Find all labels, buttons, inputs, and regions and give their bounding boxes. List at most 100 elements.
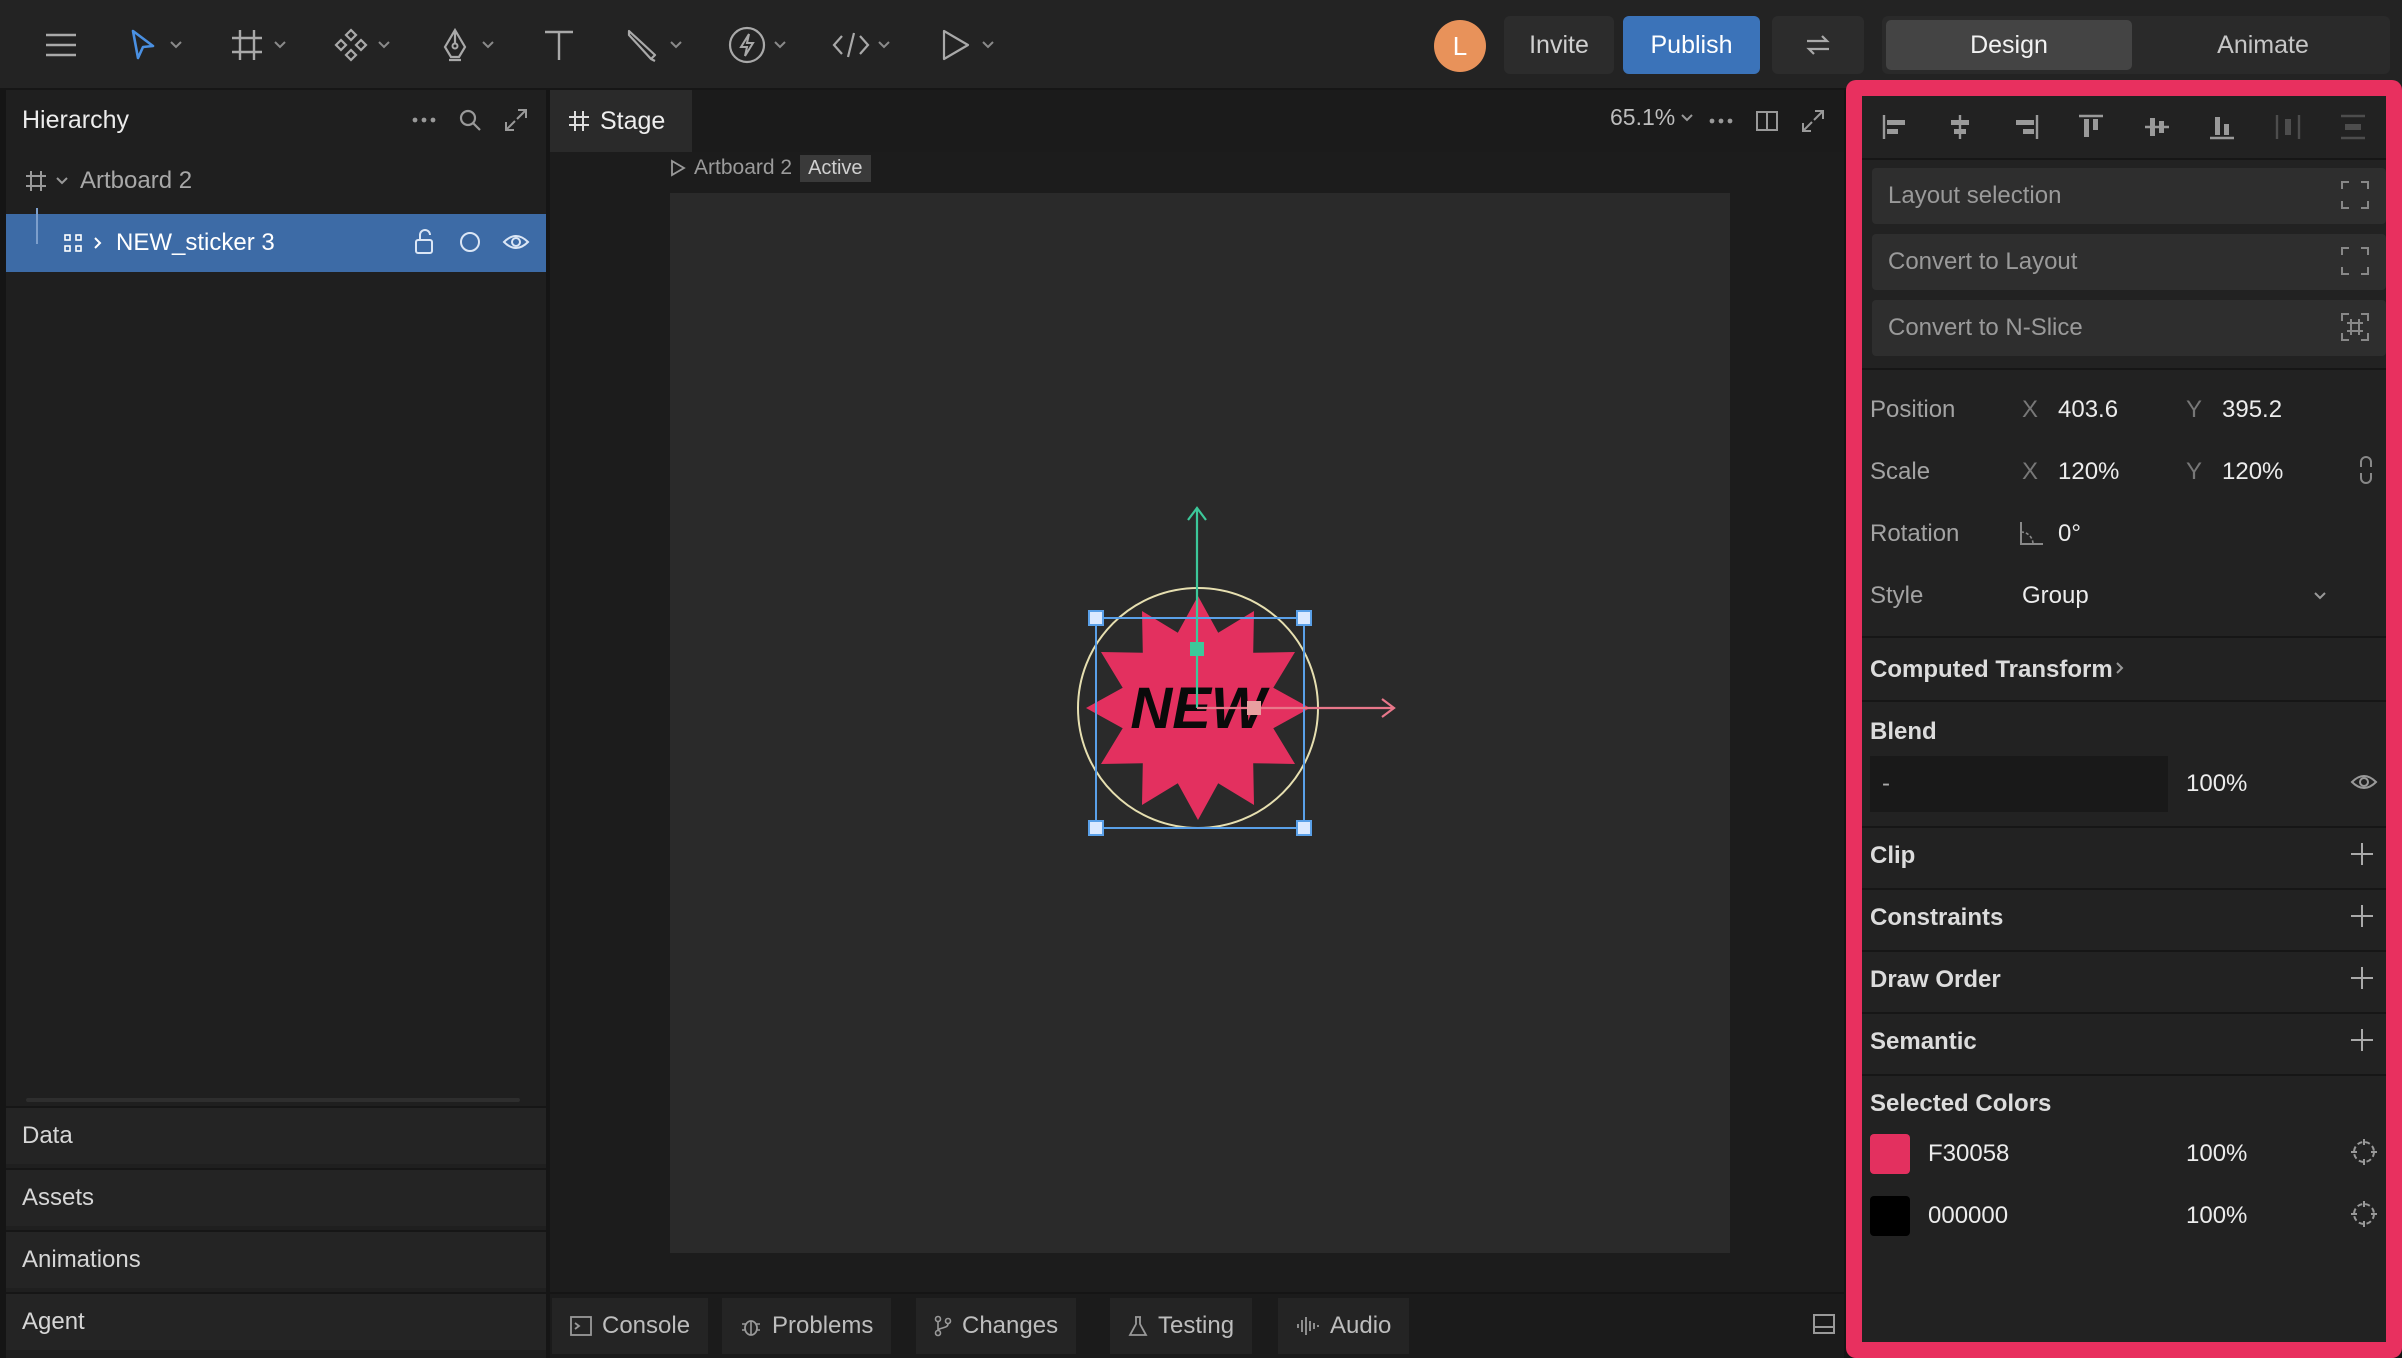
tab-design[interactable]: Design: [1886, 20, 2132, 70]
layout-selection-button[interactable]: Layout selection: [1872, 168, 2386, 224]
frame-tool-button[interactable]: [224, 18, 290, 72]
rotation-input[interactable]: 0°: [2058, 520, 2081, 548]
scale-y-axis: Y: [2186, 458, 2203, 485]
tab-problems[interactable]: Problems: [722, 1298, 892, 1354]
select-tool-button[interactable]: [120, 18, 186, 72]
computed-transform-toggle[interactable]: Computed Transform: [1870, 656, 2113, 684]
chevron-down-icon[interactable]: [978, 22, 998, 68]
sticker-selection[interactable]: NEW: [1020, 490, 1420, 850]
target-icon[interactable]: [2350, 1138, 2378, 1166]
tab-audio[interactable]: Audio: [1278, 1298, 1410, 1354]
chevron-down-icon[interactable]: [874, 22, 894, 68]
add-draw-order-button[interactable]: [2348, 964, 2376, 992]
align-bottom-icon[interactable]: [2208, 113, 2236, 141]
chevron-down-icon[interactable]: [166, 22, 186, 68]
scale-x-input[interactable]: 120%: [2058, 458, 2119, 486]
stage-tab-label: Stage: [600, 106, 666, 135]
expand-icon[interactable]: [1796, 104, 1830, 138]
chevron-right-icon[interactable]: [94, 237, 110, 249]
eye-icon[interactable]: [498, 224, 534, 260]
tab-testing[interactable]: Testing: [1110, 1298, 1253, 1354]
search-icon[interactable]: [452, 102, 488, 138]
chevron-down-icon[interactable]: [666, 22, 686, 68]
audio-wave-icon: [1296, 1315, 1320, 1337]
play-tool-button[interactable]: [932, 18, 998, 72]
publish-button[interactable]: Publish: [1623, 16, 1760, 74]
more-icon[interactable]: [1704, 104, 1738, 138]
chevron-down-icon[interactable]: [270, 22, 290, 68]
eye-icon[interactable]: [2350, 772, 2378, 792]
tree-row-artboard[interactable]: Artboard 2: [6, 152, 546, 210]
expand-icon[interactable]: [498, 102, 534, 138]
link-icon[interactable]: [2358, 456, 2374, 484]
distribute-v-icon[interactable]: [2339, 113, 2367, 141]
tab-stage[interactable]: Stage: [550, 90, 692, 152]
color-swatch-1[interactable]: [1870, 1134, 1910, 1174]
align-left-icon[interactable]: [1881, 113, 1909, 141]
align-top-icon[interactable]: [2077, 113, 2105, 141]
code-tool-button[interactable]: [828, 18, 894, 72]
add-constraint-button[interactable]: [2348, 902, 2376, 930]
tree-row-sticker[interactable]: NEW_sticker 3: [6, 208, 546, 272]
frame-corners-icon: [2340, 180, 2370, 210]
convert-to-nslice-button[interactable]: Convert to N-Slice: [1872, 300, 2386, 356]
color-opacity-1[interactable]: 100%: [2186, 1140, 2247, 1168]
tab-changes[interactable]: Changes: [916, 1298, 1077, 1354]
brush-tool-button[interactable]: [620, 18, 686, 72]
text-tool-button[interactable]: [536, 18, 582, 72]
chevron-down-icon[interactable]: [770, 22, 790, 68]
target-icon[interactable]: [2350, 1200, 2378, 1228]
style-select[interactable]: Group: [2022, 582, 2089, 610]
console-icon: [570, 1315, 592, 1337]
tab-label: Console: [602, 1312, 691, 1339]
section-assets[interactable]: Assets: [6, 1168, 546, 1226]
blend-mode-select[interactable]: -: [1870, 756, 2168, 812]
section-animations[interactable]: Animations: [6, 1230, 546, 1288]
position-y-input[interactable]: 395.2: [2222, 396, 2282, 424]
more-icon[interactable]: [406, 102, 442, 138]
section-agent[interactable]: Agent: [6, 1292, 546, 1350]
color-opacity-2[interactable]: 100%: [2186, 1202, 2247, 1230]
distribute-h-icon[interactable]: [2274, 113, 2302, 141]
convert-to-layout-button[interactable]: Convert to Layout: [1872, 234, 2386, 290]
angle-icon: [2018, 520, 2044, 546]
swap-button[interactable]: [1772, 16, 1864, 74]
event-tool-button[interactable]: [724, 18, 790, 72]
align-center-h-icon[interactable]: [1946, 113, 1974, 141]
color-swatch-2[interactable]: [1870, 1196, 1910, 1236]
invite-button[interactable]: Invite: [1504, 16, 1614, 74]
blend-mode-value: -: [1882, 770, 1890, 797]
split-view-icon[interactable]: [1750, 104, 1784, 138]
align-center-v-icon[interactable]: [2143, 113, 2171, 141]
add-semantic-button[interactable]: [2348, 1026, 2376, 1054]
menu-button[interactable]: [38, 18, 84, 72]
chevron-right-icon[interactable]: [2116, 662, 2124, 674]
color-hex-2[interactable]: 000000: [1928, 1202, 2008, 1230]
tab-console[interactable]: Console: [552, 1298, 709, 1354]
unlock-icon[interactable]: [406, 224, 442, 260]
blend-opacity-input[interactable]: 100%: [2186, 770, 2247, 798]
button-label: Convert to N-Slice: [1888, 314, 2083, 341]
add-clip-button[interactable]: [2348, 840, 2376, 868]
pen-tool-button[interactable]: [432, 18, 498, 72]
scale-y-input[interactable]: 120%: [2222, 458, 2283, 486]
hierarchy-scrollbar[interactable]: [26, 1098, 520, 1102]
chevron-down-icon[interactable]: [2314, 592, 2326, 600]
chevron-down-icon[interactable]: [478, 22, 498, 68]
component-tool-button[interactable]: [328, 18, 394, 72]
nslice-icon: [2340, 312, 2370, 342]
zoom-dropdown[interactable]: 65.1%: [1610, 104, 1693, 131]
tab-animate[interactable]: Animate: [2140, 20, 2386, 70]
color-hex-1[interactable]: F30058: [1928, 1140, 2009, 1168]
avatar[interactable]: L: [1434, 20, 1486, 72]
align-right-icon[interactable]: [2012, 113, 2040, 141]
hierarchy-header: Hierarchy: [6, 90, 546, 152]
solo-circle-icon[interactable]: [452, 224, 488, 260]
position-x-input[interactable]: 403.6: [2058, 396, 2118, 424]
artboard-breadcrumb[interactable]: Artboard 2 Active: [670, 153, 871, 183]
panel-toggle-icon[interactable]: [1812, 1312, 1836, 1336]
divider: [1862, 1012, 2386, 1014]
section-data[interactable]: Data: [6, 1106, 546, 1164]
chevron-down-icon[interactable]: [56, 177, 72, 185]
chevron-down-icon[interactable]: [374, 22, 394, 68]
